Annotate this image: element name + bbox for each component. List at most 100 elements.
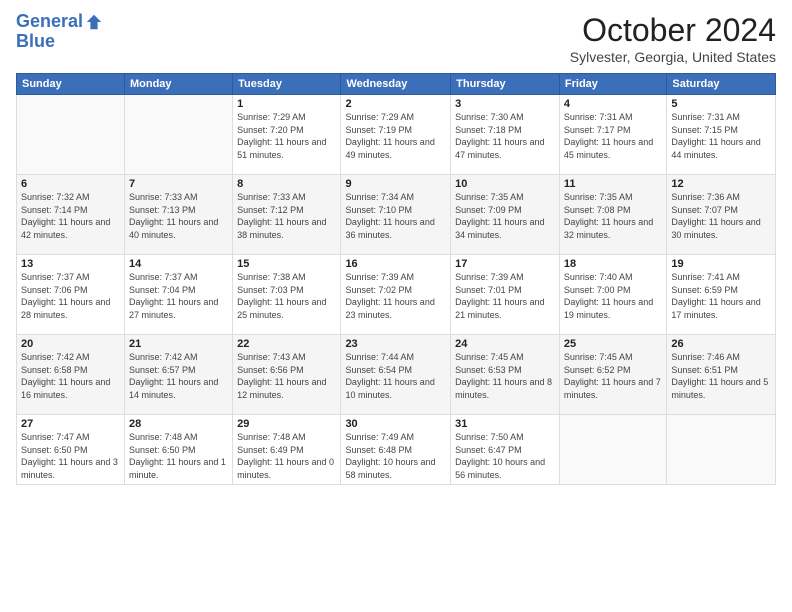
day-number: 9 <box>345 178 446 190</box>
day-number: 26 <box>671 338 771 350</box>
page: General Blue October 2024 Sylvester, Geo… <box>0 0 792 612</box>
calendar-cell: 31Sunrise: 7:50 AM Sunset: 6:47 PM Dayli… <box>451 415 560 485</box>
day-info: Sunrise: 7:44 AM Sunset: 6:54 PM Dayligh… <box>345 351 446 401</box>
day-header-sunday: Sunday <box>17 74 125 95</box>
calendar-cell: 19Sunrise: 7:41 AM Sunset: 6:59 PM Dayli… <box>667 255 776 335</box>
day-info: Sunrise: 7:37 AM Sunset: 7:06 PM Dayligh… <box>21 271 120 321</box>
day-info: Sunrise: 7:41 AM Sunset: 6:59 PM Dayligh… <box>671 271 771 321</box>
month-title: October 2024 <box>570 12 776 49</box>
calendar-cell: 10Sunrise: 7:35 AM Sunset: 7:09 PM Dayli… <box>451 175 560 255</box>
calendar-cell: 5Sunrise: 7:31 AM Sunset: 7:15 PM Daylig… <box>667 95 776 175</box>
day-number: 25 <box>564 338 662 350</box>
logo-text-blue: Blue <box>16 32 103 52</box>
day-number: 15 <box>237 258 336 270</box>
calendar-cell: 2Sunrise: 7:29 AM Sunset: 7:19 PM Daylig… <box>341 95 451 175</box>
logo-text-general: General <box>16 12 83 32</box>
day-number: 4 <box>564 98 662 110</box>
calendar-cell <box>124 95 232 175</box>
day-info: Sunrise: 7:42 AM Sunset: 6:58 PM Dayligh… <box>21 351 120 401</box>
day-info: Sunrise: 7:36 AM Sunset: 7:07 PM Dayligh… <box>671 191 771 241</box>
title-block: October 2024 Sylvester, Georgia, United … <box>570 12 776 65</box>
day-info: Sunrise: 7:47 AM Sunset: 6:50 PM Dayligh… <box>21 431 120 481</box>
day-info: Sunrise: 7:38 AM Sunset: 7:03 PM Dayligh… <box>237 271 336 321</box>
day-number: 20 <box>21 338 120 350</box>
calendar-cell: 25Sunrise: 7:45 AM Sunset: 6:52 PM Dayli… <box>559 335 666 415</box>
calendar-cell: 4Sunrise: 7:31 AM Sunset: 7:17 PM Daylig… <box>559 95 666 175</box>
day-info: Sunrise: 7:29 AM Sunset: 7:19 PM Dayligh… <box>345 111 446 161</box>
day-number: 13 <box>21 258 120 270</box>
day-number: 17 <box>455 258 555 270</box>
day-number: 29 <box>237 418 336 430</box>
calendar-cell <box>17 95 125 175</box>
calendar-cell: 1Sunrise: 7:29 AM Sunset: 7:20 PM Daylig… <box>233 95 341 175</box>
calendar-cell: 15Sunrise: 7:38 AM Sunset: 7:03 PM Dayli… <box>233 255 341 335</box>
calendar-header-row: SundayMondayTuesdayWednesdayThursdayFrid… <box>17 74 776 95</box>
logo-icon <box>85 13 103 31</box>
day-info: Sunrise: 7:49 AM Sunset: 6:48 PM Dayligh… <box>345 431 446 481</box>
calendar-week-row: 1Sunrise: 7:29 AM Sunset: 7:20 PM Daylig… <box>17 95 776 175</box>
day-info: Sunrise: 7:35 AM Sunset: 7:09 PM Dayligh… <box>455 191 555 241</box>
logo: General Blue <box>16 12 103 52</box>
day-info: Sunrise: 7:46 AM Sunset: 6:51 PM Dayligh… <box>671 351 771 401</box>
day-number: 30 <box>345 418 446 430</box>
day-number: 31 <box>455 418 555 430</box>
day-info: Sunrise: 7:35 AM Sunset: 7:08 PM Dayligh… <box>564 191 662 241</box>
calendar-cell: 27Sunrise: 7:47 AM Sunset: 6:50 PM Dayli… <box>17 415 125 485</box>
calendar-cell: 20Sunrise: 7:42 AM Sunset: 6:58 PM Dayli… <box>17 335 125 415</box>
day-header-tuesday: Tuesday <box>233 74 341 95</box>
day-number: 5 <box>671 98 771 110</box>
calendar-week-row: 13Sunrise: 7:37 AM Sunset: 7:06 PM Dayli… <box>17 255 776 335</box>
calendar-cell: 26Sunrise: 7:46 AM Sunset: 6:51 PM Dayli… <box>667 335 776 415</box>
day-header-wednesday: Wednesday <box>341 74 451 95</box>
calendar-cell <box>667 415 776 485</box>
day-header-saturday: Saturday <box>667 74 776 95</box>
day-info: Sunrise: 7:39 AM Sunset: 7:02 PM Dayligh… <box>345 271 446 321</box>
day-header-monday: Monday <box>124 74 232 95</box>
day-number: 14 <box>129 258 228 270</box>
day-number: 2 <box>345 98 446 110</box>
day-info: Sunrise: 7:40 AM Sunset: 7:00 PM Dayligh… <box>564 271 662 321</box>
day-info: Sunrise: 7:45 AM Sunset: 6:52 PM Dayligh… <box>564 351 662 401</box>
day-number: 10 <box>455 178 555 190</box>
day-info: Sunrise: 7:48 AM Sunset: 6:49 PM Dayligh… <box>237 431 336 481</box>
location: Sylvester, Georgia, United States <box>570 49 776 65</box>
day-info: Sunrise: 7:30 AM Sunset: 7:18 PM Dayligh… <box>455 111 555 161</box>
day-info: Sunrise: 7:37 AM Sunset: 7:04 PM Dayligh… <box>129 271 228 321</box>
day-number: 1 <box>237 98 336 110</box>
day-number: 7 <box>129 178 228 190</box>
day-info: Sunrise: 7:39 AM Sunset: 7:01 PM Dayligh… <box>455 271 555 321</box>
day-number: 12 <box>671 178 771 190</box>
calendar-cell: 21Sunrise: 7:42 AM Sunset: 6:57 PM Dayli… <box>124 335 232 415</box>
day-info: Sunrise: 7:33 AM Sunset: 7:13 PM Dayligh… <box>129 191 228 241</box>
calendar-cell <box>559 415 666 485</box>
day-number: 16 <box>345 258 446 270</box>
calendar-cell: 17Sunrise: 7:39 AM Sunset: 7:01 PM Dayli… <box>451 255 560 335</box>
calendar-cell: 7Sunrise: 7:33 AM Sunset: 7:13 PM Daylig… <box>124 175 232 255</box>
calendar-cell: 13Sunrise: 7:37 AM Sunset: 7:06 PM Dayli… <box>17 255 125 335</box>
day-info: Sunrise: 7:45 AM Sunset: 6:53 PM Dayligh… <box>455 351 555 401</box>
header: General Blue October 2024 Sylvester, Geo… <box>16 12 776 65</box>
day-number: 27 <box>21 418 120 430</box>
calendar-cell: 11Sunrise: 7:35 AM Sunset: 7:08 PM Dayli… <box>559 175 666 255</box>
calendar-cell: 9Sunrise: 7:34 AM Sunset: 7:10 PM Daylig… <box>341 175 451 255</box>
day-header-thursday: Thursday <box>451 74 560 95</box>
calendar-cell: 24Sunrise: 7:45 AM Sunset: 6:53 PM Dayli… <box>451 335 560 415</box>
day-number: 19 <box>671 258 771 270</box>
calendar-cell: 6Sunrise: 7:32 AM Sunset: 7:14 PM Daylig… <box>17 175 125 255</box>
calendar-week-row: 20Sunrise: 7:42 AM Sunset: 6:58 PM Dayli… <box>17 335 776 415</box>
calendar: SundayMondayTuesdayWednesdayThursdayFrid… <box>16 73 776 485</box>
calendar-cell: 16Sunrise: 7:39 AM Sunset: 7:02 PM Dayli… <box>341 255 451 335</box>
day-number: 22 <box>237 338 336 350</box>
day-header-friday: Friday <box>559 74 666 95</box>
day-info: Sunrise: 7:31 AM Sunset: 7:17 PM Dayligh… <box>564 111 662 161</box>
day-info: Sunrise: 7:33 AM Sunset: 7:12 PM Dayligh… <box>237 191 336 241</box>
calendar-cell: 12Sunrise: 7:36 AM Sunset: 7:07 PM Dayli… <box>667 175 776 255</box>
day-info: Sunrise: 7:42 AM Sunset: 6:57 PM Dayligh… <box>129 351 228 401</box>
calendar-cell: 22Sunrise: 7:43 AM Sunset: 6:56 PM Dayli… <box>233 335 341 415</box>
day-number: 3 <box>455 98 555 110</box>
day-number: 21 <box>129 338 228 350</box>
day-number: 8 <box>237 178 336 190</box>
day-info: Sunrise: 7:43 AM Sunset: 6:56 PM Dayligh… <box>237 351 336 401</box>
calendar-cell: 30Sunrise: 7:49 AM Sunset: 6:48 PM Dayli… <box>341 415 451 485</box>
day-number: 11 <box>564 178 662 190</box>
